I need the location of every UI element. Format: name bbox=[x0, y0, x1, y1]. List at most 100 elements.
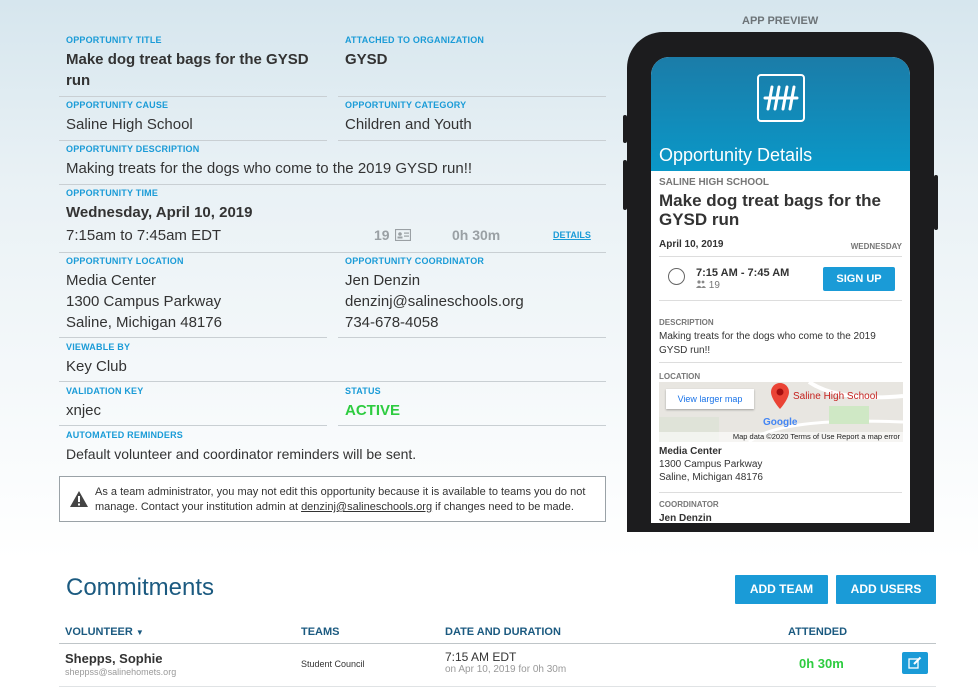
volunteer-count: 19 bbox=[374, 227, 412, 244]
field-status: STATUS ACTIVE bbox=[338, 382, 606, 426]
edit-restriction-notice: As a team administrator, you may not edi… bbox=[59, 476, 606, 522]
add-team-button[interactable]: ADD TEAM bbox=[735, 575, 828, 604]
screen-header: Opportunity Details bbox=[651, 57, 910, 171]
field-label: OPPORTUNITY LOCATION bbox=[66, 256, 184, 266]
phone-screen: Opportunity Details SALINE HIGH SCHOOL M… bbox=[651, 57, 910, 523]
location-line: 1300 Campus Parkway bbox=[66, 293, 222, 310]
volunteer-name: Shepps, Sophie bbox=[65, 651, 163, 666]
preview-time: 7:15 AM - 7:45 AM bbox=[696, 267, 790, 279]
table-header-divider bbox=[59, 643, 936, 644]
commitment-date-detail: on Apr 10, 2019 for 0h 30m bbox=[445, 664, 567, 675]
field-label: OPPORTUNITY CAUSE bbox=[66, 100, 169, 110]
edit-icon bbox=[908, 656, 922, 675]
preview-weekday: WEDNESDAY bbox=[850, 242, 902, 251]
field-label: OPPORTUNITY DESCRIPTION bbox=[66, 144, 200, 154]
field-category: OPPORTUNITY CATEGORY Children and Youth bbox=[338, 97, 606, 141]
field-reminders: AUTOMATED REMINDERS Default volunteer an… bbox=[59, 426, 606, 467]
preview-location-line: 1300 Campus Parkway bbox=[659, 459, 763, 470]
google-logo: Google bbox=[763, 417, 798, 428]
preview-location-line: Saline, Michigan 48176 bbox=[659, 472, 763, 483]
column-header-attended: ATTENDED bbox=[788, 626, 848, 638]
commitment-time: 7:15 AM EDT bbox=[445, 650, 517, 664]
location-map[interactable]: View larger map Saline High School Googl… bbox=[659, 382, 903, 442]
field-opportunity-title: OPPORTUNITY TITLE Make dog treat bags fo… bbox=[59, 28, 327, 97]
field-label: OPPORTUNITY TIME bbox=[66, 188, 159, 198]
divider bbox=[659, 256, 902, 257]
cause-value: Saline High School bbox=[66, 116, 193, 133]
map-pin-icon bbox=[771, 383, 789, 414]
add-users-button[interactable]: ADD USERS bbox=[836, 575, 936, 604]
coordinator-phone: 734-678-4058 bbox=[345, 314, 439, 331]
view-larger-map-link[interactable]: View larger map bbox=[666, 389, 754, 409]
status-badge: ACTIVE bbox=[345, 402, 401, 419]
field-label: OPPORTUNITY COORDINATOR bbox=[345, 256, 485, 266]
id-card-icon bbox=[395, 228, 412, 244]
column-header-date: DATE AND DURATION bbox=[445, 626, 561, 638]
location-label: LOCATION bbox=[659, 372, 701, 381]
edit-commitment-button[interactable] bbox=[902, 652, 928, 674]
preview-org: SALINE HIGH SCHOOL bbox=[659, 177, 770, 188]
coordinator-email: denzinj@salineschools.org bbox=[345, 293, 524, 310]
row-divider bbox=[59, 686, 936, 687]
commitments-title: Commitments bbox=[66, 574, 215, 601]
description-label: DESCRIPTION bbox=[659, 318, 714, 327]
field-attached-org: ATTACHED TO ORGANIZATION GYSD bbox=[338, 28, 606, 97]
column-header-volunteer[interactable]: VOLUNTEER ▼ bbox=[65, 626, 144, 638]
preview-coordinator-name: Jen Denzin bbox=[659, 513, 712, 523]
field-label: OPPORTUNITY TITLE bbox=[66, 35, 162, 45]
volunteer-team: Student Council bbox=[301, 659, 365, 669]
viewable-by-value: Key Club bbox=[66, 358, 127, 375]
field-validation-key: VALIDATION KEY xnjec bbox=[59, 382, 327, 426]
screen-title: Opportunity Details bbox=[659, 145, 813, 165]
field-label: STATUS bbox=[345, 386, 381, 396]
preview-location-name: Media Center bbox=[659, 446, 722, 457]
phone-side-button bbox=[934, 175, 938, 230]
preview-count: 19 bbox=[696, 280, 720, 291]
divider bbox=[659, 492, 902, 493]
sort-down-icon: ▼ bbox=[135, 628, 144, 637]
app-logo-icon bbox=[757, 74, 805, 122]
description-value: Making treats for the dogs who come to t… bbox=[66, 160, 473, 177]
preview-date: April 10, 2019 bbox=[659, 239, 724, 250]
location-line: Media Center bbox=[66, 272, 157, 289]
field-time: OPPORTUNITY TIME Wednesday, April 10, 20… bbox=[59, 185, 606, 253]
field-label: VALIDATION KEY bbox=[66, 386, 144, 396]
details-link[interactable]: DETAILS bbox=[553, 230, 591, 240]
divider bbox=[659, 300, 902, 301]
people-icon bbox=[696, 280, 709, 291]
app-preview-label: APP PREVIEW bbox=[742, 15, 819, 27]
coordinator-label: COORDINATOR bbox=[659, 500, 719, 509]
field-label: AUTOMATED REMINDERS bbox=[66, 430, 183, 440]
preview-description: Making treats for the dogs who come to t… bbox=[659, 331, 876, 356]
coordinator-name: Jen Denzin bbox=[345, 272, 421, 289]
preview-title: Make dog treat bags for the GYSD run bbox=[659, 191, 881, 229]
field-location: OPPORTUNITY LOCATION Media Center 1300 C… bbox=[59, 253, 327, 338]
attached-org-value: GYSD bbox=[345, 51, 388, 68]
notice-text: if changes need to be made. bbox=[432, 501, 574, 513]
opportunity-title-value: Make dog treat bags for the GYSD run bbox=[66, 51, 309, 89]
field-label: VIEWABLE BY bbox=[66, 342, 131, 352]
reminders-value: Default volunteer and coordinator remind… bbox=[66, 446, 417, 462]
shift-radio[interactable] bbox=[668, 268, 685, 285]
warning-icon bbox=[69, 490, 89, 513]
validation-key-value: xnjec bbox=[66, 402, 102, 419]
time-range: 7:15am to 7:45am EDT bbox=[66, 227, 222, 244]
field-viewable-by: VIEWABLE BY Key Club bbox=[59, 338, 606, 382]
attended-duration: 0h 30m bbox=[799, 656, 844, 671]
column-header-teams: TEAMS bbox=[301, 626, 340, 638]
phone-side-button bbox=[623, 115, 627, 143]
field-coordinator: OPPORTUNITY COORDINATOR Jen Denzin denzi… bbox=[338, 253, 606, 338]
time-date: Wednesday, April 10, 2019 bbox=[66, 204, 253, 221]
time-duration: 0h 30m bbox=[452, 227, 501, 243]
preview-count-value: 19 bbox=[708, 280, 720, 291]
field-cause: OPPORTUNITY CAUSE Saline High School bbox=[59, 97, 327, 141]
phone-side-button bbox=[623, 160, 627, 210]
column-header-label: VOLUNTEER bbox=[65, 626, 133, 638]
field-label: OPPORTUNITY CATEGORY bbox=[345, 100, 467, 110]
admin-email-link[interactable]: denzinj@salineschools.org bbox=[301, 501, 432, 513]
signup-button[interactable]: SIGN UP bbox=[823, 267, 895, 291]
field-description: OPPORTUNITY DESCRIPTION Making treats fo… bbox=[59, 141, 606, 185]
volunteer-count-value: 19 bbox=[374, 227, 390, 243]
volunteer-email: sheppss@salinehomets.org bbox=[65, 667, 177, 677]
map-place-label: Saline High School bbox=[793, 391, 878, 402]
